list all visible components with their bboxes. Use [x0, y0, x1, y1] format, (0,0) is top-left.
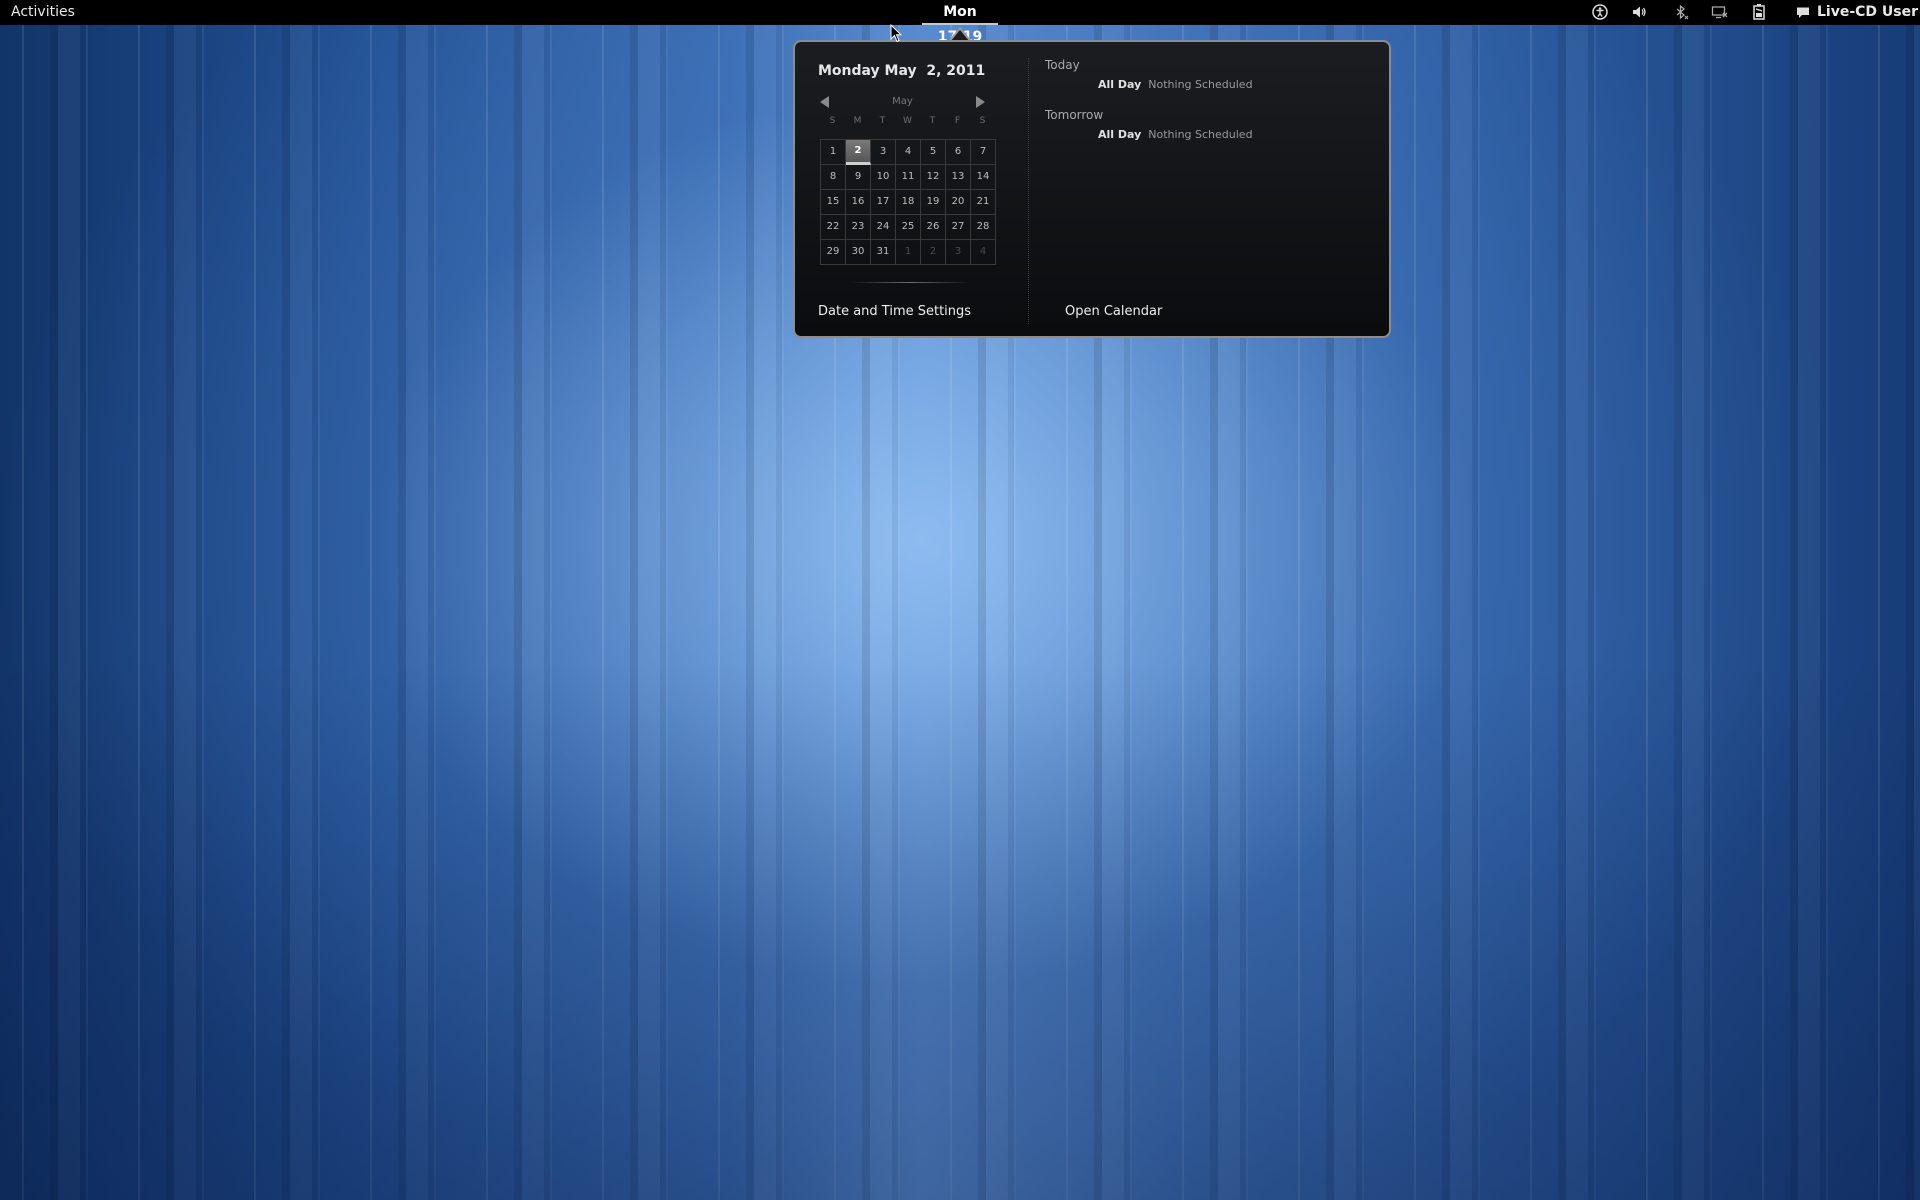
- calendar-day[interactable]: 20: [946, 190, 971, 215]
- weekday-label: S: [979, 116, 986, 126]
- user-name-label: Live-CD User: [1817, 4, 1919, 20]
- next-month-icon[interactable]: [976, 96, 985, 108]
- calendar-day[interactable]: 1: [821, 140, 846, 165]
- date-heading: Monday May 2, 2011: [818, 63, 986, 79]
- calendar-day[interactable]: 6: [946, 140, 971, 165]
- accessibility-icon[interactable]: [1591, 3, 1609, 21]
- calendar-day[interactable]: 2: [921, 240, 946, 265]
- top-panel: Activities Mon 17:19 Live-CD User: [0, 0, 1920, 45]
- calendar-day[interactable]: 3: [946, 240, 971, 265]
- weekday-label: M: [853, 116, 862, 126]
- calendar-day[interactable]: 23: [846, 215, 871, 240]
- clock-button[interactable]: Mon 17:19: [922, 0, 998, 45]
- calendar-day[interactable]: 16: [846, 190, 871, 215]
- calendar-day[interactable]: 7: [971, 140, 996, 165]
- calendar-day[interactable]: 1: [896, 240, 921, 265]
- column-divider: [1028, 58, 1029, 324]
- tomorrow-heading: Tomorrow: [1045, 108, 1104, 122]
- calendar-popup: Monday May 2, 2011 May SMTWTFS 123456789…: [793, 40, 1391, 338]
- date-time-settings-button[interactable]: Date and Time Settings: [818, 304, 971, 319]
- month-navigation: May: [820, 96, 990, 110]
- calendar-day[interactable]: 31: [871, 240, 896, 265]
- calendar-day[interactable]: 10: [871, 165, 896, 190]
- calendar-day[interactable]: 2: [846, 140, 871, 165]
- calendar-day[interactable]: 5: [921, 140, 946, 165]
- mouse-pointer-icon: [890, 24, 902, 43]
- calendar-day[interactable]: 4: [896, 140, 921, 165]
- calendar-day[interactable]: 26: [921, 215, 946, 240]
- calendar-day[interactable]: 15: [821, 190, 846, 215]
- today-event-row: All Day Nothing Scheduled: [1098, 78, 1253, 91]
- event-text: Nothing Scheduled: [1148, 78, 1253, 91]
- previous-month-icon[interactable]: [820, 96, 829, 108]
- user-menu[interactable]: Live-CD User: [1796, 4, 1918, 20]
- volume-icon[interactable]: [1630, 3, 1648, 21]
- calendar-day[interactable]: 27: [946, 215, 971, 240]
- calendar-day[interactable]: 4: [971, 240, 996, 265]
- calendar-day[interactable]: 8: [821, 165, 846, 190]
- calendar-day[interactable]: 3: [871, 140, 896, 165]
- event-time: All Day: [1098, 78, 1142, 91]
- calendar-day[interactable]: 12: [921, 165, 946, 190]
- calendar-grid: 1 2 3 4 5 6 7 8 9 10 11 12 13 14 15 16 17 18 19 20 21 22 23 24 2…: [820, 139, 996, 265]
- calendar-day[interactable]: 30: [846, 240, 871, 265]
- calendar-day[interactable]: 11: [896, 165, 921, 190]
- weekday-label: T: [879, 116, 886, 126]
- tomorrow-event-row: All Day Nothing Scheduled: [1098, 128, 1253, 141]
- calendar-day[interactable]: 28: [971, 215, 996, 240]
- calendar-day[interactable]: 14: [971, 165, 996, 190]
- calendar-day[interactable]: 17: [871, 190, 896, 215]
- calendar-day[interactable]: 9: [846, 165, 871, 190]
- calendar-day[interactable]: 13: [946, 165, 971, 190]
- event-time: All Day: [1098, 128, 1142, 141]
- display-icon[interactable]: [1711, 3, 1729, 21]
- calendar-day[interactable]: 25: [896, 215, 921, 240]
- calendar-day[interactable]: 18: [896, 190, 921, 215]
- event-text: Nothing Scheduled: [1148, 128, 1253, 141]
- calendar-day[interactable]: 29: [821, 240, 846, 265]
- chat-icon: [1797, 7, 1809, 18]
- bluetooth-icon[interactable]: [1672, 3, 1690, 21]
- today-heading: Today: [1045, 58, 1080, 72]
- weekday-label: T: [929, 116, 936, 126]
- separator: [850, 282, 970, 283]
- weekday-label: W: [903, 116, 912, 126]
- weekday-label: S: [829, 116, 836, 126]
- calendar-day[interactable]: 19: [921, 190, 946, 215]
- battery-icon[interactable]: [1750, 3, 1768, 21]
- month-label: May: [892, 96, 913, 107]
- weekday-header: SMTWTFS: [820, 116, 995, 126]
- calendar-day[interactable]: 22: [821, 215, 846, 240]
- weekday-label: F: [954, 116, 961, 126]
- calendar-day[interactable]: 24: [871, 215, 896, 240]
- activities-button[interactable]: Activities: [11, 4, 75, 20]
- open-calendar-button[interactable]: Open Calendar: [1065, 304, 1162, 319]
- calendar-day[interactable]: 21: [971, 190, 996, 215]
